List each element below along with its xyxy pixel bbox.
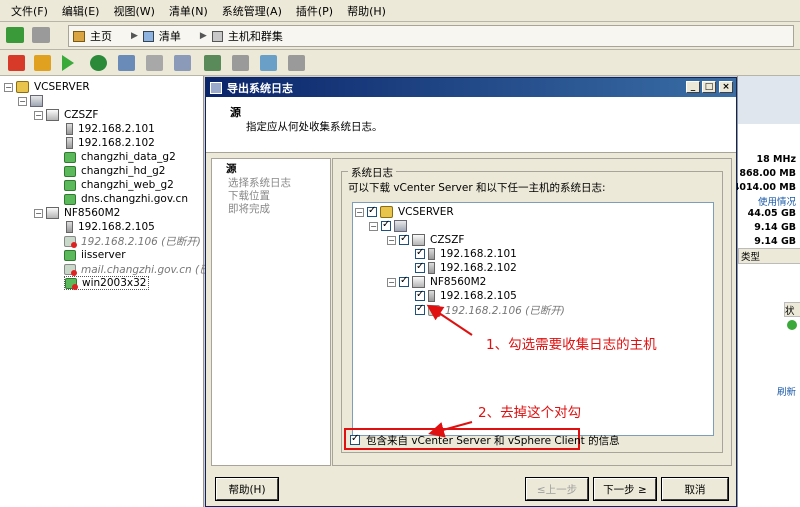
annotation-select-hosts: 1、勾选需要收集日志的主机 [486,337,657,353]
arrow-to-checkbox [428,421,473,438]
annotation-uncheck: 2、去掉这个对勾 [478,405,582,421]
annotation-overlay [426,304,473,438]
arrow-to-hosts [426,304,473,336]
